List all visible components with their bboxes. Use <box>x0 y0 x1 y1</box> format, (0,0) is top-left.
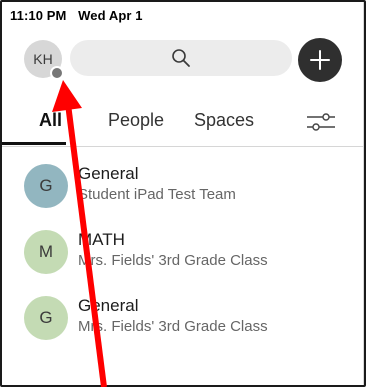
search-icon <box>172 49 190 67</box>
space-avatar: M <box>24 230 68 274</box>
space-avatar: G <box>24 296 68 340</box>
app-window: 11:10 PM Wed Apr 1 KH All People Spaces <box>0 0 366 387</box>
tab-spaces[interactable]: Spaces <box>194 110 254 131</box>
status-date: Wed Apr 1 <box>78 8 143 23</box>
active-tab-indicator <box>2 142 66 145</box>
conversation-title: General <box>78 296 139 315</box>
presence-status-icon <box>50 66 64 80</box>
space-avatar: G <box>24 164 68 208</box>
status-bar: 11:10 PM Wed Apr 1 <box>10 8 151 26</box>
list-item[interactable]: G General Mrs. Fields' 3rd Grade Class <box>2 284 364 348</box>
filter-button[interactable] <box>306 110 336 134</box>
filter-sliders-icon <box>307 113 335 131</box>
tabs-divider <box>2 146 364 147</box>
conversation-subtitle: Mrs. Fields' 3rd Grade Class <box>78 252 268 269</box>
profile-initials: KH <box>33 51 53 67</box>
status-time: 11:10 PM <box>10 8 67 23</box>
conversation-subtitle: Student iPad Test Team <box>78 186 236 203</box>
tab-all[interactable]: All <box>39 110 62 131</box>
profile-avatar[interactable]: KH <box>24 40 64 80</box>
plus-icon <box>310 50 330 70</box>
conversation-title: MATH <box>78 230 125 249</box>
conversation-title: General <box>78 164 139 183</box>
avatar-initial: M <box>38 242 54 261</box>
tab-people[interactable]: People <box>108 110 164 131</box>
compose-button[interactable] <box>298 38 342 82</box>
list-item[interactable]: M MATH Mrs. Fields' 3rd Grade Class <box>2 218 364 282</box>
search-bar[interactable] <box>70 40 292 76</box>
conversation-subtitle: Mrs. Fields' 3rd Grade Class <box>78 318 268 335</box>
avatar-initial: G <box>39 176 53 195</box>
avatar-initial: G <box>39 308 53 327</box>
list-item[interactable]: G General Student iPad Test Team <box>2 152 364 216</box>
